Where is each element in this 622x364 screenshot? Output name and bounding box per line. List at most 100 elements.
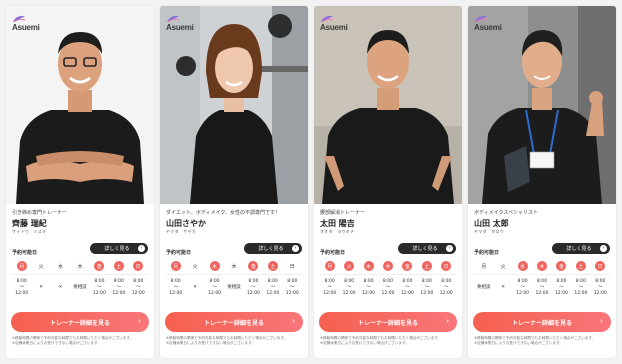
details-button[interactable]: 詳しく見る › (90, 243, 148, 254)
trainer-photo: Asuemi (6, 6, 154, 204)
schedule-time-cell: ✕ (50, 274, 71, 300)
schedule-time-cell: ✕ (493, 274, 513, 300)
schedule-time-cell: 8:00 〜 12:00 (109, 274, 129, 300)
brand-logo-icon (475, 15, 488, 23)
schedule-day-header: 火 (493, 260, 512, 272)
schedule-day-header: 火 (339, 260, 358, 272)
schedule-time-cell: ✕ (31, 274, 51, 300)
schedule-time-cell: 8:00 〜 12:00 (204, 274, 225, 300)
chevron-right-icon: › (292, 317, 295, 325)
brand-logo: Asuemi (320, 15, 348, 32)
trainer-catchphrase: ボディメイクスペシャリスト (474, 210, 539, 216)
schedule-day-label: 金 (556, 261, 567, 271)
schedule-day-label: 木 (536, 261, 547, 271)
schedule-grid: 月火水木金土日 8:00 〜 12:00 ✕ 8:00 〜 12:00 要相談 8:00 … (166, 260, 302, 300)
chevron-right-icon: › (600, 245, 607, 252)
schedule-day-label: 木 (77, 263, 83, 270)
brand-logo: Asuemi (166, 15, 194, 32)
trainer-photo: Asuemi (314, 6, 462, 204)
details-button-label: 詳しく見る (104, 246, 130, 252)
schedule-day-header: 木 (378, 260, 397, 272)
notice-text: ※移動時間の関係で予約可能な時間でもお時間いただく場合がございます。 ※店舗休業… (166, 336, 288, 345)
schedule-day-label: 日 (289, 263, 295, 270)
schedule-day-label: 土 (575, 261, 586, 271)
trainer-list: Asuemi 引き締め専門トレーナー 齊藤 瑞紀 サイトウ ミズキ 詳しく見る ›… (0, 0, 622, 364)
trainer-name-kana: ヤマダ サヤカ (166, 229, 197, 234)
schedule-day-label: 土 (267, 261, 278, 271)
schedule-day-label: 火 (38, 263, 44, 270)
trainer-card: Asuemi 引き締め専門トレーナー 齊藤 瑞紀 サイトウ ミズキ 詳しく見る ›… (6, 6, 154, 358)
trainer-name: 齊藤 瑞紀 (12, 219, 47, 228)
schedule-day-label: 金 (402, 261, 413, 271)
schedule-day-label: 月 (324, 261, 335, 271)
schedule-day-header: 日 (129, 260, 148, 272)
schedule-day-header: 日 (437, 260, 456, 272)
trainer-detail-button[interactable]: トレーナー詳細を見る › (473, 312, 611, 332)
schedule-time-cell: 8:00 〜 12:00 (590, 274, 610, 300)
trainer-detail-button[interactable]: トレーナー詳細を見る › (165, 312, 303, 332)
schedule-day-header: 土 (263, 260, 282, 272)
schedule-day-label: 木 (231, 263, 237, 270)
details-button[interactable]: 詳しく見る › (244, 243, 302, 254)
trainer-catchphrase: 腰部解消トレーナー (320, 210, 366, 216)
schedule-day-header: 月 (12, 260, 31, 272)
chevron-right-icon: › (446, 245, 453, 252)
trainer-detail-label: トレーナー詳細を見る (203, 319, 264, 327)
schedule-time-cell: 8:00 〜 12:00 (320, 274, 340, 300)
schedule-day-header: 木 (224, 260, 243, 272)
details-button[interactable]: 詳しく見る › (552, 243, 610, 254)
details-button-label: 詳しく見る (412, 246, 438, 252)
brand-name: Asuemi (166, 23, 194, 32)
brand-logo: Asuemi (474, 15, 502, 32)
schedule-day-label: 水 (209, 261, 220, 271)
schedule-day-label: 水 (363, 261, 374, 271)
notice-text: ※移動時間の関係で予約可能な時間でもお時間いただく場合がございます。 ※店舗休業… (320, 336, 442, 345)
brand-name: Asuemi (474, 23, 502, 32)
schedule-day-label: 水 (517, 261, 528, 271)
schedule-time-cell: 8:00 〜 12:00 (166, 274, 186, 300)
schedule-day-label: 火 (500, 263, 506, 270)
trainer-detail-label: トレーナー詳細を見る (511, 319, 572, 327)
schedule-time-cell: ✕ (185, 274, 205, 300)
trainer-name-kana: サイトウ ミズキ (12, 229, 47, 234)
schedule-day-label: 水 (58, 263, 64, 270)
chevron-right-icon: › (446, 317, 449, 325)
schedule-day-label: 日 (595, 261, 606, 271)
schedule-day-header: 水 (513, 260, 532, 272)
schedule-day-label: 木 (382, 261, 393, 271)
trainer-name: 山田 太郎 (474, 219, 509, 228)
schedule-time-cell: 8:00 〜 12:00 (417, 274, 437, 300)
schedule-day-label: 金 (94, 261, 105, 271)
schedule-day-header: 木 (70, 260, 89, 272)
schedule-day-header: 火 (31, 260, 50, 272)
brand-logo-icon (167, 15, 180, 23)
schedule-day-header: 水 (205, 260, 224, 272)
schedule-day-header: 火 (185, 260, 204, 272)
trainer-detail-button[interactable]: トレーナー詳細を見る › (11, 312, 149, 332)
trainer-card: Asuemi ボディメイクスペシャリスト 山田 太郎 ヤマダ タロウ 詳しく見る… (468, 6, 616, 358)
schedule-time-cell: 8:00 〜 12:00 (571, 274, 591, 300)
schedule-day-header: 土 (109, 260, 128, 272)
details-button-label: 詳しく見る (258, 246, 284, 252)
details-button-label: 詳しく見る (566, 246, 592, 252)
chevron-right-icon: › (600, 317, 603, 325)
brand-logo: Asuemi (12, 15, 40, 32)
schedule-day-label: 金 (248, 261, 259, 271)
brand-name: Asuemi (12, 23, 40, 32)
schedule-day-label: 土 (113, 261, 124, 271)
schedule-time-cell: 8:00 〜 12:00 (397, 274, 418, 300)
schedule-day-label: 火 (344, 261, 355, 271)
schedule-day-label: 火 (192, 263, 198, 270)
details-button[interactable]: 詳しく見る › (398, 243, 456, 254)
schedule-time-cell: 8:00 〜 12:00 (243, 274, 264, 300)
schedule-day-header: 日 (283, 260, 302, 272)
trainer-photo: Asuemi (160, 6, 308, 204)
schedule-time-cell: 8:00 〜 12:00 (512, 274, 533, 300)
trainer-card: Asuemi 腰部解消トレーナー 太田 陽吉 オオタ ヨウキチ 詳しく見る › 予… (314, 6, 462, 358)
schedule-day-header: 月 (474, 260, 493, 272)
schedule-day-label: 月 (16, 261, 27, 271)
schedule-day-header: 水 (51, 260, 70, 272)
trainer-detail-button[interactable]: トレーナー詳細を見る › (319, 312, 457, 332)
schedule-grid: 月火水木金土日要相談 ✕ 8:00 〜 12:00 8:00 〜 12:00 8:00 … (474, 260, 610, 300)
trainer-photo: Asuemi (468, 6, 616, 204)
